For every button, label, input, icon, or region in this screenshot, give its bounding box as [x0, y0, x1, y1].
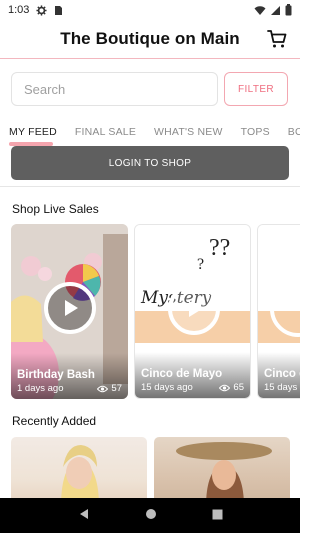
- filter-button[interactable]: FILTER: [224, 72, 288, 106]
- live-sales-carousel[interactable]: Birthday Bash 1 days ago 57 ?? ? Mystery…: [11, 224, 300, 400]
- live-sale-view-count: 65: [233, 382, 244, 393]
- tab-final-sale[interactable]: FINAL SALE: [66, 118, 145, 146]
- signal-icon: [270, 5, 281, 19]
- live-sale-card[interactable]: Cinco d 15 days: [257, 224, 300, 399]
- settings-icon: [35, 4, 47, 16]
- svg-text:?: ?: [197, 256, 204, 273]
- svg-text:??: ??: [209, 235, 230, 261]
- home-icon[interactable]: [145, 507, 157, 525]
- app-title: The Boutique on Main: [60, 29, 240, 48]
- play-icon: [65, 300, 78, 316]
- eye-icon: [219, 384, 231, 391]
- live-sale-views: 57: [97, 383, 122, 394]
- live-sale-name: Cinco de Mayo: [141, 368, 223, 380]
- live-sale-name: Cinco d: [264, 368, 300, 380]
- section-divider: [0, 186, 300, 187]
- live-sale-age: 1 days ago: [17, 383, 64, 394]
- live-sale-age: 15 days ago: [141, 382, 193, 393]
- live-sale-card[interactable]: ?? ? Mystery Cinco de Mayo 15 days ago 6…: [134, 224, 251, 399]
- status-time: 1:03: [8, 4, 30, 16]
- login-to-shop-button[interactable]: LOGIN TO SHOP: [11, 146, 289, 180]
- app-header: The Boutique on Main: [0, 20, 300, 58]
- live-sale-view-count: 57: [111, 383, 122, 394]
- search-input[interactable]: [24, 81, 205, 97]
- product-image: [176, 442, 272, 499]
- recently-added-carousel[interactable]: [11, 437, 300, 499]
- product-card[interactable]: [11, 437, 147, 499]
- product-card[interactable]: [154, 437, 290, 499]
- play-button[interactable]: [44, 282, 96, 334]
- system-navigation-bar: [0, 498, 300, 533]
- product-image: [61, 445, 99, 499]
- live-sale-age: 15 days: [264, 382, 298, 393]
- status-bar: 1:03: [0, 0, 300, 20]
- live-sale-views: 65: [219, 382, 244, 393]
- live-sale-name: Birthday Bash: [17, 369, 95, 381]
- tab-tops[interactable]: TOPS: [232, 118, 279, 146]
- recently-added-heading: Recently Added: [12, 414, 97, 428]
- eye-icon: [97, 385, 109, 392]
- recents-icon[interactable]: [212, 507, 223, 525]
- back-icon[interactable]: [78, 507, 90, 525]
- play-icon: [189, 301, 202, 317]
- live-sale-card[interactable]: Birthday Bash 1 days ago 57: [11, 224, 128, 399]
- tab-whats-new[interactable]: WHAT'S NEW: [145, 118, 232, 146]
- play-button[interactable]: [168, 283, 220, 335]
- sim-icon: [52, 4, 64, 16]
- header-divider: [0, 58, 300, 59]
- search-field[interactable]: [11, 72, 218, 106]
- tab-bottoms[interactable]: BOTT: [279, 118, 300, 146]
- wifi-icon: [254, 5, 266, 19]
- cart-icon[interactable]: [266, 28, 288, 50]
- battery-icon: [285, 4, 292, 19]
- live-sales-heading: Shop Live Sales: [12, 202, 99, 216]
